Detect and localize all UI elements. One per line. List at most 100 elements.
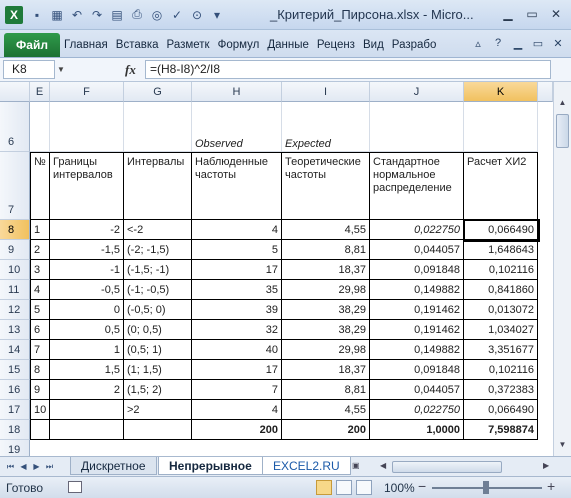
tab-home[interactable]: Главная bbox=[60, 33, 112, 57]
excel-app-icon[interactable]: X bbox=[5, 5, 23, 24]
preview-icon[interactable]: ◎ bbox=[148, 6, 166, 24]
cell-j11[interactable]: 0,149882 bbox=[370, 280, 464, 300]
chart-icon[interactable]: ▦ bbox=[48, 6, 66, 24]
cell-f14[interactable]: 1 bbox=[50, 340, 124, 360]
cell-e6[interactable] bbox=[30, 102, 50, 152]
cell-f8[interactable]: -2 bbox=[50, 220, 124, 240]
cell-e8[interactable]: 1 bbox=[30, 220, 50, 240]
cell-j6[interactable] bbox=[370, 102, 464, 152]
cell-f12[interactable]: 0 bbox=[50, 300, 124, 320]
cell-e18[interactable] bbox=[30, 420, 50, 440]
zoom-slider-knob[interactable] bbox=[483, 481, 489, 494]
cell-k16[interactable]: 0,372383 bbox=[464, 380, 538, 400]
cell-g18[interactable] bbox=[124, 420, 192, 440]
vertical-scrollbar[interactable]: ▲ ▼ bbox=[553, 82, 571, 456]
cell-i7[interactable]: Теоретические частоты bbox=[282, 152, 370, 220]
cell-f10[interactable]: -1 bbox=[50, 260, 124, 280]
cell-h18[interactable]: 200 bbox=[192, 420, 282, 440]
cell-g8[interactable]: <-2 bbox=[124, 220, 192, 240]
cell-e12[interactable]: 5 bbox=[30, 300, 50, 320]
column-header-k[interactable]: K bbox=[464, 82, 538, 102]
cell-g9[interactable]: (-2; -1,5) bbox=[124, 240, 192, 260]
tab-review[interactable]: Реценз bbox=[313, 33, 359, 57]
cell-j14[interactable]: 0,149882 bbox=[370, 340, 464, 360]
cell-k11[interactable]: 0,841860 bbox=[464, 280, 538, 300]
cell-g15[interactable]: (1; 1,5) bbox=[124, 360, 192, 380]
cell-i17[interactable]: 4,55 bbox=[282, 400, 370, 420]
cell-f17[interactable] bbox=[50, 400, 124, 420]
cell-k8[interactable]: 0,066490 bbox=[464, 220, 538, 240]
print-icon[interactable]: ⎙ bbox=[128, 6, 146, 24]
ribbon-collapse-icon[interactable]: ▵ bbox=[469, 34, 487, 52]
cell-h10[interactable]: 17 bbox=[192, 260, 282, 280]
cell-h15[interactable]: 17 bbox=[192, 360, 282, 380]
column-header-h[interactable]: H bbox=[192, 82, 282, 102]
redo-icon[interactable]: ↷ bbox=[88, 6, 106, 24]
sheet-tab-excel2ru[interactable]: EXCEL2.RU bbox=[262, 457, 351, 475]
cell-e13[interactable]: 6 bbox=[30, 320, 50, 340]
cell-i14[interactable]: 29,98 bbox=[282, 340, 370, 360]
cell-k13[interactable]: 1,034027 bbox=[464, 320, 538, 340]
cell-k7[interactable]: Расчет ХИ2 bbox=[464, 152, 538, 220]
cell-h13[interactable]: 32 bbox=[192, 320, 282, 340]
tab-formulas[interactable]: Формул bbox=[214, 33, 264, 57]
cell-g7[interactable]: Интервалы bbox=[124, 152, 192, 220]
cell-e7[interactable]: № bbox=[30, 152, 50, 220]
row-header-19[interactable]: 19 bbox=[0, 440, 30, 456]
vertical-scroll-thumb[interactable] bbox=[556, 114, 569, 148]
cell-f13[interactable]: 0,5 bbox=[50, 320, 124, 340]
row-header-8[interactable]: 8 bbox=[0, 220, 30, 240]
insert-sheet-icon[interactable]: ▣ bbox=[352, 461, 360, 470]
cell-i9[interactable]: 8,81 bbox=[282, 240, 370, 260]
column-header-i[interactable]: I bbox=[282, 82, 370, 102]
spell-icon[interactable]: ✓ bbox=[168, 6, 186, 24]
cell-k6[interactable] bbox=[464, 102, 538, 152]
cell-f18[interactable] bbox=[50, 420, 124, 440]
sheet-tab-discrete[interactable]: Дискретное bbox=[70, 457, 157, 475]
cell-e17[interactable]: 10 bbox=[30, 400, 50, 420]
cell-k18[interactable]: 7,598874 bbox=[464, 420, 538, 440]
row-header-13[interactable]: 13 bbox=[0, 320, 30, 340]
cell-h17[interactable]: 4 bbox=[192, 400, 282, 420]
sheet-tab-continuous[interactable]: Непрерывное bbox=[158, 457, 263, 475]
cell-e14[interactable]: 7 bbox=[30, 340, 50, 360]
tab-data[interactable]: Данные bbox=[263, 33, 313, 57]
cell-h7[interactable]: Наблюденные частоты bbox=[192, 152, 282, 220]
scroll-down-icon[interactable]: ▼ bbox=[556, 438, 569, 452]
cell-e15[interactable]: 8 bbox=[30, 360, 50, 380]
cell-j13[interactable]: 0,191462 bbox=[370, 320, 464, 340]
cell-j16[interactable]: 0,044057 bbox=[370, 380, 464, 400]
cell-g14[interactable]: (0,5; 1) bbox=[124, 340, 192, 360]
undo-icon[interactable]: ↶ bbox=[68, 6, 86, 24]
maximize-button[interactable]: ▭ bbox=[521, 5, 543, 23]
prev-sheet-icon[interactable]: ◀ bbox=[17, 460, 30, 473]
cell-j10[interactable]: 0,091848 bbox=[370, 260, 464, 280]
doc-close-icon[interactable]: ✕ bbox=[549, 34, 567, 52]
name-box-dropdown-icon[interactable]: ▼ bbox=[57, 65, 67, 74]
spreadsheet-grid[interactable]: E F G H I J K 6 Observed Expected 7 № Гр… bbox=[0, 82, 553, 456]
cell-g16[interactable]: (1,5; 2) bbox=[124, 380, 192, 400]
column-header-g[interactable]: G bbox=[124, 82, 192, 102]
row-header-7[interactable]: 7 bbox=[0, 152, 30, 220]
cell-g11[interactable]: (-1; -0,5) bbox=[124, 280, 192, 300]
cell-k12[interactable]: 0,013072 bbox=[464, 300, 538, 320]
save-icon[interactable]: ▪ bbox=[28, 6, 46, 24]
horizontal-scroll-thumb[interactable] bbox=[392, 461, 502, 473]
cell-h16[interactable]: 7 bbox=[192, 380, 282, 400]
column-header-f[interactable]: F bbox=[50, 82, 124, 102]
last-sheet-icon[interactable]: ⏭ bbox=[43, 460, 56, 473]
cell-e10[interactable]: 3 bbox=[30, 260, 50, 280]
tab-page-layout[interactable]: Разметк bbox=[163, 33, 214, 57]
cell-h9[interactable]: 5 bbox=[192, 240, 282, 260]
page-layout-view-icon[interactable] bbox=[336, 480, 352, 495]
row-header-16[interactable]: 16 bbox=[0, 380, 30, 400]
row-header-6[interactable]: 6 bbox=[0, 102, 30, 152]
cell-k10[interactable]: 0,102116 bbox=[464, 260, 538, 280]
cell-g17[interactable]: >2 bbox=[124, 400, 192, 420]
zoom-out-icon[interactable]: − bbox=[418, 478, 426, 494]
cell-i12[interactable]: 38,29 bbox=[282, 300, 370, 320]
cell-j8[interactable]: 0,022750 bbox=[370, 220, 464, 240]
cell-f7[interactable]: Границы интервалов bbox=[50, 152, 124, 220]
row-header-18[interactable]: 18 bbox=[0, 420, 30, 440]
cell-i6[interactable]: Expected bbox=[282, 102, 370, 152]
